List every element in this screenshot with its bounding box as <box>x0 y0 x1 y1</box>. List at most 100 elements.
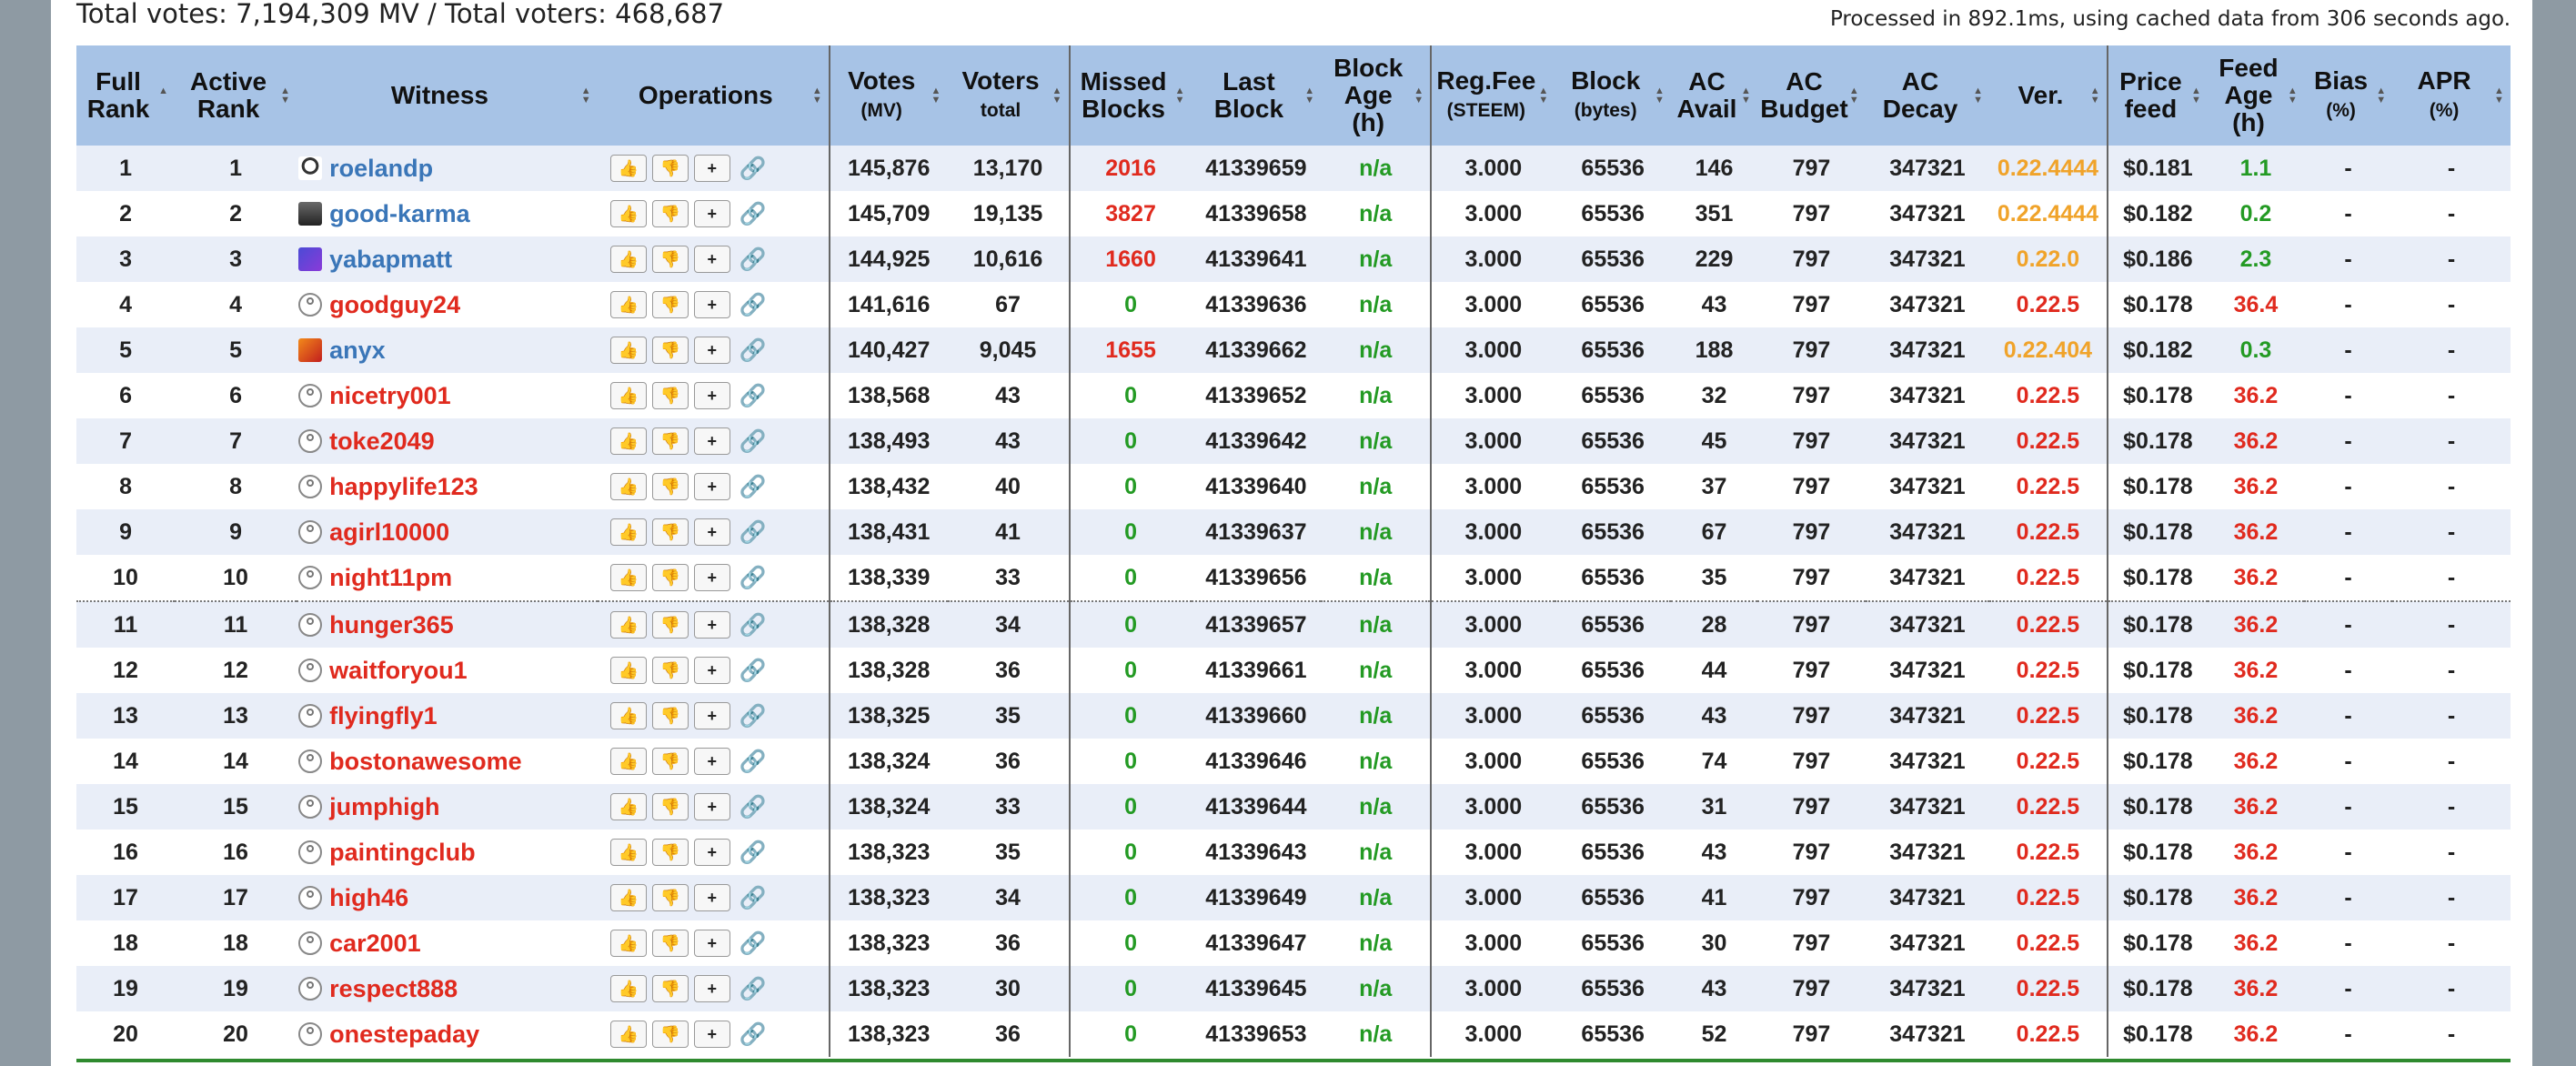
set-proxy-button[interactable]: + <box>693 748 730 776</box>
witness-name-link[interactable]: goodguy24 <box>329 291 460 318</box>
link-icon[interactable]: 🔗 <box>740 658 767 684</box>
unvote-button[interactable]: 👎 <box>651 611 689 639</box>
vote-button[interactable]: 👍 <box>609 382 647 410</box>
col-apr[interactable]: APR (%) ▲ ▼ <box>2392 45 2511 146</box>
vote-button[interactable]: 👍 <box>609 1021 647 1049</box>
link-icon[interactable]: 🔗 <box>740 930 767 957</box>
col-feed-age[interactable]: Feed Age (h) ▲ ▼ <box>2208 45 2304 146</box>
vote-button[interactable]: 👍 <box>609 702 647 730</box>
witness-name-link[interactable]: roelandp <box>329 155 433 182</box>
set-proxy-button[interactable]: + <box>693 611 730 639</box>
vote-button[interactable]: 👍 <box>609 611 647 639</box>
col-price-feed[interactable]: Price feed ▲ ▼ <box>2106 45 2209 146</box>
col-version[interactable]: Ver. ▲ ▼ <box>1989 45 2108 146</box>
witness-name-link[interactable]: respect888 <box>329 975 458 1002</box>
col-block-age[interactable]: Block Age (h) ▲ ▼ <box>1321 45 1432 146</box>
vote-button[interactable]: 👍 <box>609 473 647 501</box>
unvote-button[interactable]: 👎 <box>651 1021 689 1049</box>
link-icon[interactable]: 🔗 <box>740 156 767 182</box>
witness-name-link[interactable]: onestepaday <box>329 1021 479 1048</box>
set-proxy-button[interactable]: + <box>693 473 730 501</box>
unvote-button[interactable]: 👎 <box>651 291 689 319</box>
vote-button[interactable]: 👍 <box>609 793 647 821</box>
unvote-button[interactable]: 👎 <box>651 930 689 958</box>
set-proxy-button[interactable]: + <box>693 382 730 410</box>
set-proxy-button[interactable]: + <box>693 1021 730 1049</box>
link-icon[interactable]: 🔗 <box>740 703 767 729</box>
col-active-rank[interactable]: Active Rank ▲ ▼ <box>175 45 297 146</box>
set-proxy-button[interactable]: + <box>693 155 730 183</box>
col-witness[interactable]: Witness ▲ ▼ <box>297 45 598 146</box>
link-icon[interactable]: 🔗 <box>740 337 767 364</box>
link-icon[interactable]: 🔗 <box>740 201 767 227</box>
vote-button[interactable]: 👍 <box>609 748 647 776</box>
set-proxy-button[interactable]: + <box>693 291 730 319</box>
unvote-button[interactable]: 👎 <box>651 382 689 410</box>
link-icon[interactable]: 🔗 <box>740 749 767 775</box>
col-last-block[interactable]: Last Block ▲ ▼ <box>1191 45 1322 146</box>
witness-name-link[interactable]: high46 <box>329 884 408 911</box>
col-ac-avail[interactable]: AC Avail ▲ ▼ <box>1670 45 1758 146</box>
col-voters[interactable]: Voters total ▲ ▼ <box>947 45 1070 146</box>
set-proxy-button[interactable]: + <box>693 337 730 365</box>
set-proxy-button[interactable]: + <box>693 702 730 730</box>
unvote-button[interactable]: 👎 <box>651 246 689 274</box>
col-missed-blocks[interactable]: Missed Blocks ▲ ▼ <box>1068 45 1192 146</box>
link-icon[interactable]: 🔗 <box>740 383 767 409</box>
link-icon[interactable]: 🔗 <box>740 885 767 911</box>
vote-button[interactable]: 👍 <box>609 930 647 958</box>
link-icon[interactable]: 🔗 <box>740 794 767 820</box>
col-bias[interactable]: Bias (%) ▲ ▼ <box>2303 45 2393 146</box>
unvote-button[interactable]: 👎 <box>651 657 689 685</box>
witness-name-link[interactable]: nicetry001 <box>329 382 451 409</box>
witness-name-link[interactable]: night11pm <box>329 564 452 591</box>
set-proxy-button[interactable]: + <box>693 246 730 274</box>
witness-name-link[interactable]: good-karma <box>329 200 470 227</box>
set-proxy-button[interactable]: + <box>693 793 730 821</box>
col-operations[interactable]: Operations ▲ ▼ <box>597 45 830 146</box>
set-proxy-button[interactable]: + <box>693 975 730 1003</box>
vote-button[interactable]: 👍 <box>609 200 647 228</box>
set-proxy-button[interactable]: + <box>693 657 730 685</box>
link-icon[interactable]: 🔗 <box>740 474 767 500</box>
witness-name-link[interactable]: yabapmatt <box>329 246 452 273</box>
set-proxy-button[interactable]: + <box>693 884 730 912</box>
link-icon[interactable]: 🔗 <box>740 1021 767 1048</box>
vote-button[interactable]: 👍 <box>609 839 647 867</box>
set-proxy-button[interactable]: + <box>693 427 730 456</box>
unvote-button[interactable]: 👎 <box>651 975 689 1003</box>
witness-name-link[interactable]: hunger365 <box>329 611 454 639</box>
unvote-button[interactable]: 👎 <box>651 337 689 365</box>
vote-button[interactable]: 👍 <box>609 884 647 912</box>
witness-name-link[interactable]: jumphigh <box>329 793 439 820</box>
link-icon[interactable]: 🔗 <box>740 976 767 1002</box>
vote-button[interactable]: 👍 <box>609 155 647 183</box>
vote-button[interactable]: 👍 <box>609 657 647 685</box>
unvote-button[interactable]: 👎 <box>651 473 689 501</box>
unvote-button[interactable]: 👎 <box>651 702 689 730</box>
unvote-button[interactable]: 👎 <box>651 564 689 592</box>
unvote-button[interactable]: 👎 <box>651 518 689 547</box>
link-icon[interactable]: 🔗 <box>740 565 767 591</box>
link-icon[interactable]: 🔗 <box>740 292 767 318</box>
vote-button[interactable]: 👍 <box>609 564 647 592</box>
col-ac-decay[interactable]: AC Decay ▲ ▼ <box>1865 45 1990 146</box>
set-proxy-button[interactable]: + <box>693 839 730 867</box>
set-proxy-button[interactable]: + <box>693 200 730 228</box>
vote-button[interactable]: 👍 <box>609 246 647 274</box>
vote-button[interactable]: 👍 <box>609 337 647 365</box>
set-proxy-button[interactable]: + <box>693 930 730 958</box>
vote-button[interactable]: 👍 <box>609 518 647 547</box>
link-icon[interactable]: 🔗 <box>740 428 767 455</box>
witness-name-link[interactable]: car2001 <box>329 930 421 957</box>
col-block-size[interactable]: Block (bytes) ▲ ▼ <box>1555 45 1671 146</box>
col-reg-fee[interactable]: Reg.Fee (STEEM) ▲ ▼ <box>1430 45 1555 146</box>
unvote-button[interactable]: 👎 <box>651 748 689 776</box>
vote-button[interactable]: 👍 <box>609 291 647 319</box>
col-ac-budget[interactable]: AC Budget ▲ ▼ <box>1757 45 1866 146</box>
set-proxy-button[interactable]: + <box>693 518 730 547</box>
unvote-button[interactable]: 👎 <box>651 155 689 183</box>
witness-name-link[interactable]: paintingclub <box>329 839 475 866</box>
witness-name-link[interactable]: bostonawesome <box>329 748 522 775</box>
witness-name-link[interactable]: happylife123 <box>329 473 478 500</box>
